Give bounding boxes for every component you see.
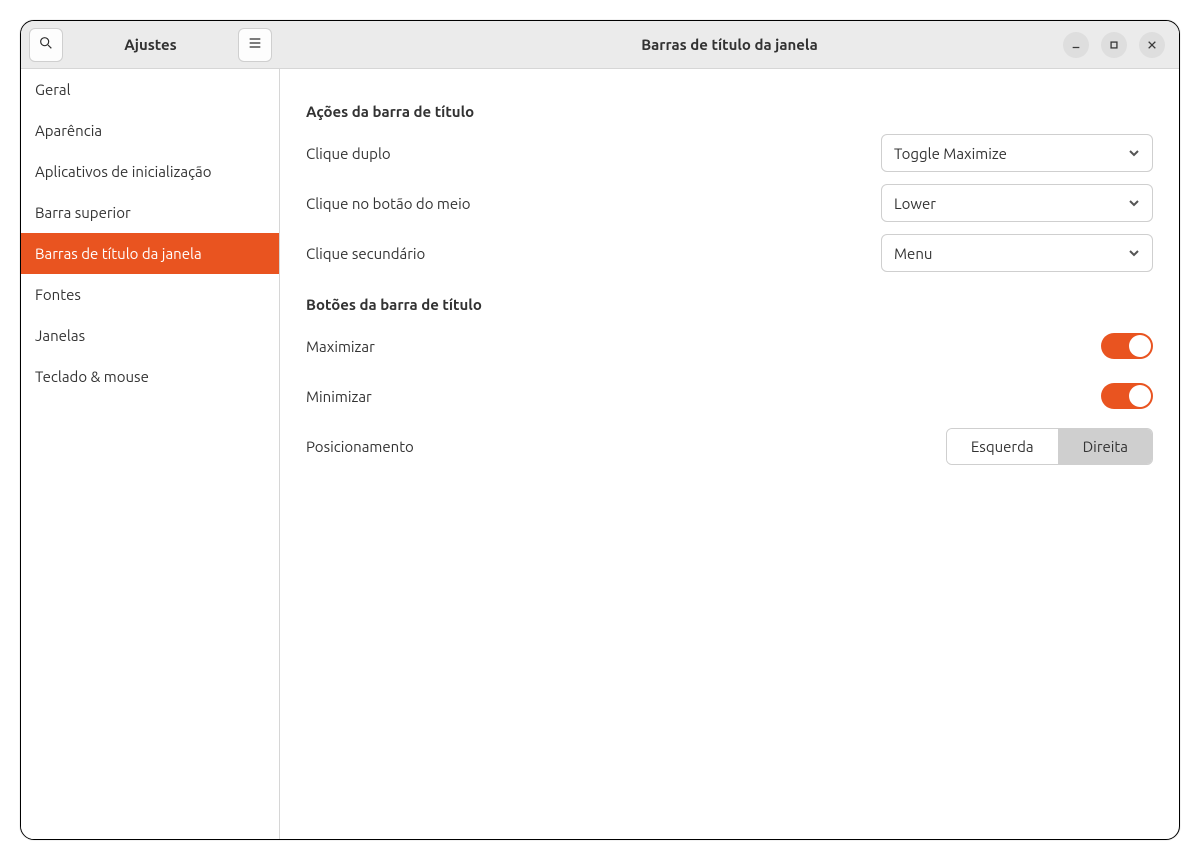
window-controls [1063, 32, 1171, 58]
secondary-click-label: Clique secundário [306, 245, 425, 262]
placement-left-button[interactable]: Esquerda [947, 429, 1058, 464]
secondary-click-combo[interactable]: Menu [881, 234, 1153, 272]
chevron-down-icon [1128, 245, 1140, 262]
sidebar-item-keyboard-mouse[interactable]: Teclado & mouse [21, 356, 279, 397]
setting-minimize: Minimizar [306, 377, 1153, 415]
chevron-down-icon [1128, 145, 1140, 162]
close-window-button[interactable] [1139, 32, 1165, 58]
settings-window: Ajustes Barras de título da janela [20, 20, 1180, 840]
combo-value: Toggle Maximize [894, 145, 1007, 162]
combo-value: Menu [894, 245, 932, 262]
middle-click-label: Clique no botão do meio [306, 195, 471, 212]
placement-segmented: Esquerda Direita [946, 428, 1153, 465]
maximize-window-button[interactable] [1101, 32, 1127, 58]
sidebar-item-label: Barras de título da janela [35, 245, 202, 262]
minimize-window-button[interactable] [1063, 32, 1089, 58]
sidebar-item-top-bar[interactable]: Barra superior [21, 192, 279, 233]
page-title: Barras de título da janela [641, 36, 818, 53]
minimize-toggle[interactable] [1101, 383, 1153, 409]
close-icon [1147, 36, 1157, 54]
hamburger-icon [247, 35, 263, 55]
section-titlebar-actions: Ações da barra de título [306, 103, 1153, 120]
placement-right-button[interactable]: Direita [1058, 429, 1152, 464]
maximize-label: Maximizar [306, 338, 375, 355]
sidebar-item-geral[interactable]: Geral [21, 69, 279, 110]
sidebar-item-label: Teclado & mouse [35, 368, 149, 385]
sidebar-item-window-titlebars[interactable]: Barras de título da janela [21, 233, 279, 274]
sidebar-item-label: Fontes [35, 286, 81, 303]
double-click-label: Clique duplo [306, 145, 391, 162]
double-click-combo[interactable]: Toggle Maximize [881, 134, 1153, 172]
sidebar-item-label: Janelas [35, 327, 85, 344]
sidebar-item-label: Aparência [35, 122, 102, 139]
header-left: Ajustes [21, 21, 280, 68]
sidebar-item-label: Barra superior [35, 204, 131, 221]
search-button[interactable] [29, 28, 63, 62]
sidebar-item-label: Geral [35, 81, 71, 98]
setting-double-click: Clique duplo Toggle Maximize [306, 134, 1153, 172]
content-pane: Ações da barra de título Clique duplo To… [280, 69, 1179, 839]
maximize-toggle[interactable] [1101, 333, 1153, 359]
sidebar-item-janelas[interactable]: Janelas [21, 315, 279, 356]
sidebar: Geral Aparência Aplicativos de inicializ… [21, 69, 280, 839]
minimize-label: Minimizar [306, 388, 372, 405]
setting-middle-click: Clique no botão do meio Lower [306, 184, 1153, 222]
sidebar-item-aparencia[interactable]: Aparência [21, 110, 279, 151]
sidebar-item-label: Aplicativos de inicialização [35, 163, 212, 180]
menu-button[interactable] [238, 28, 272, 62]
placement-label: Posicionamento [306, 438, 414, 455]
section-titlebar-buttons: Botões da barra de título [306, 296, 1153, 313]
setting-placement: Posicionamento Esquerda Direita [306, 427, 1153, 465]
header-bar: Ajustes Barras de título da janela [21, 21, 1179, 69]
sidebar-title: Ajustes [69, 36, 232, 53]
maximize-icon [1109, 36, 1119, 54]
chevron-down-icon [1128, 195, 1140, 212]
setting-maximize: Maximizar [306, 327, 1153, 365]
combo-value: Lower [894, 195, 936, 212]
window-body: Geral Aparência Aplicativos de inicializ… [21, 69, 1179, 839]
sidebar-item-startup-apps[interactable]: Aplicativos de inicialização [21, 151, 279, 192]
sidebar-item-fontes[interactable]: Fontes [21, 274, 279, 315]
minimize-icon [1071, 36, 1081, 54]
setting-secondary-click: Clique secundário Menu [306, 234, 1153, 272]
middle-click-combo[interactable]: Lower [881, 184, 1153, 222]
header-right: Barras de título da janela [280, 21, 1179, 68]
search-icon [38, 35, 54, 55]
